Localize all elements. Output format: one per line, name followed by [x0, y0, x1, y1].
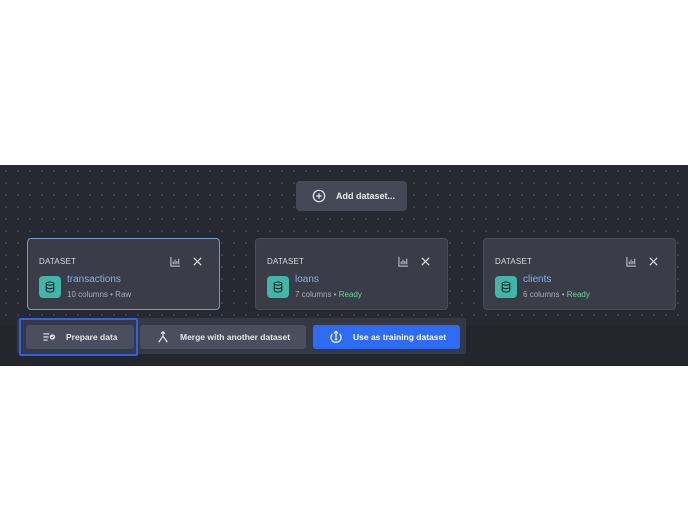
use-as-training-label: Use as training dataset	[353, 332, 447, 342]
database-icon	[495, 276, 517, 298]
training-icon	[330, 330, 342, 343]
use-as-training-button[interactable]: Use as training dataset	[313, 325, 460, 349]
add-dataset-label: Add dataset...	[336, 191, 396, 201]
dataset-name-link[interactable]: clients	[523, 274, 551, 285]
merge-dataset-label: Merge with another dataset	[180, 332, 291, 342]
merge-dataset-button[interactable]: Merge with another dataset	[140, 325, 306, 349]
close-icon[interactable]	[192, 256, 203, 267]
dataset-meta: 6 columns • Ready	[523, 290, 590, 299]
dataset-meta: 7 columns • Ready	[295, 290, 362, 299]
prepare-data-label: Prepare data	[66, 332, 118, 342]
dataset-columns: 6 columns	[523, 290, 560, 299]
dataset-meta: 10 columns • Raw	[67, 290, 131, 299]
dataset-card-loans[interactable]: DATASET loans 7 columns • Ready	[255, 238, 448, 310]
bar-chart-icon[interactable]	[170, 256, 181, 267]
dataset-kind-label: DATASET	[495, 257, 533, 266]
workflow-canvas[interactable]: Add dataset... DATASET transactions 10 c…	[0, 165, 688, 366]
dataset-kind-label: DATASET	[267, 257, 305, 266]
add-dataset-button[interactable]: Add dataset...	[296, 181, 407, 211]
bar-chart-icon[interactable]	[626, 256, 637, 267]
dataset-status: Ready	[338, 290, 362, 299]
dataset-name-link[interactable]: loans	[295, 274, 319, 285]
dataset-card-clients[interactable]: DATASET clients 6 columns • Ready	[483, 238, 676, 310]
dataset-kind-label: DATASET	[39, 257, 77, 266]
meta-separator: •	[559, 290, 567, 299]
close-icon[interactable]	[420, 256, 431, 267]
dataset-action-toolbar: Prepare data Merge with another dataset …	[17, 318, 466, 354]
database-icon	[39, 276, 61, 298]
dataset-name-link[interactable]: transactions	[67, 274, 121, 285]
merge-icon	[158, 330, 168, 343]
meta-separator: •	[331, 290, 339, 299]
database-icon	[267, 276, 289, 298]
close-icon[interactable]	[648, 256, 659, 267]
dataset-columns: 7 columns	[295, 290, 332, 299]
dataset-columns: 10 columns	[67, 290, 108, 299]
dataset-status: Ready	[566, 290, 590, 299]
dataset-status: Raw	[115, 290, 132, 299]
dataset-card-transactions[interactable]: DATASET transactions 10 columns • Raw	[27, 238, 220, 310]
prepare-data-button[interactable]: Prepare data	[26, 325, 134, 349]
list-check-icon	[43, 333, 56, 341]
plus-circle-icon	[312, 189, 326, 203]
bar-chart-icon[interactable]	[398, 256, 409, 267]
